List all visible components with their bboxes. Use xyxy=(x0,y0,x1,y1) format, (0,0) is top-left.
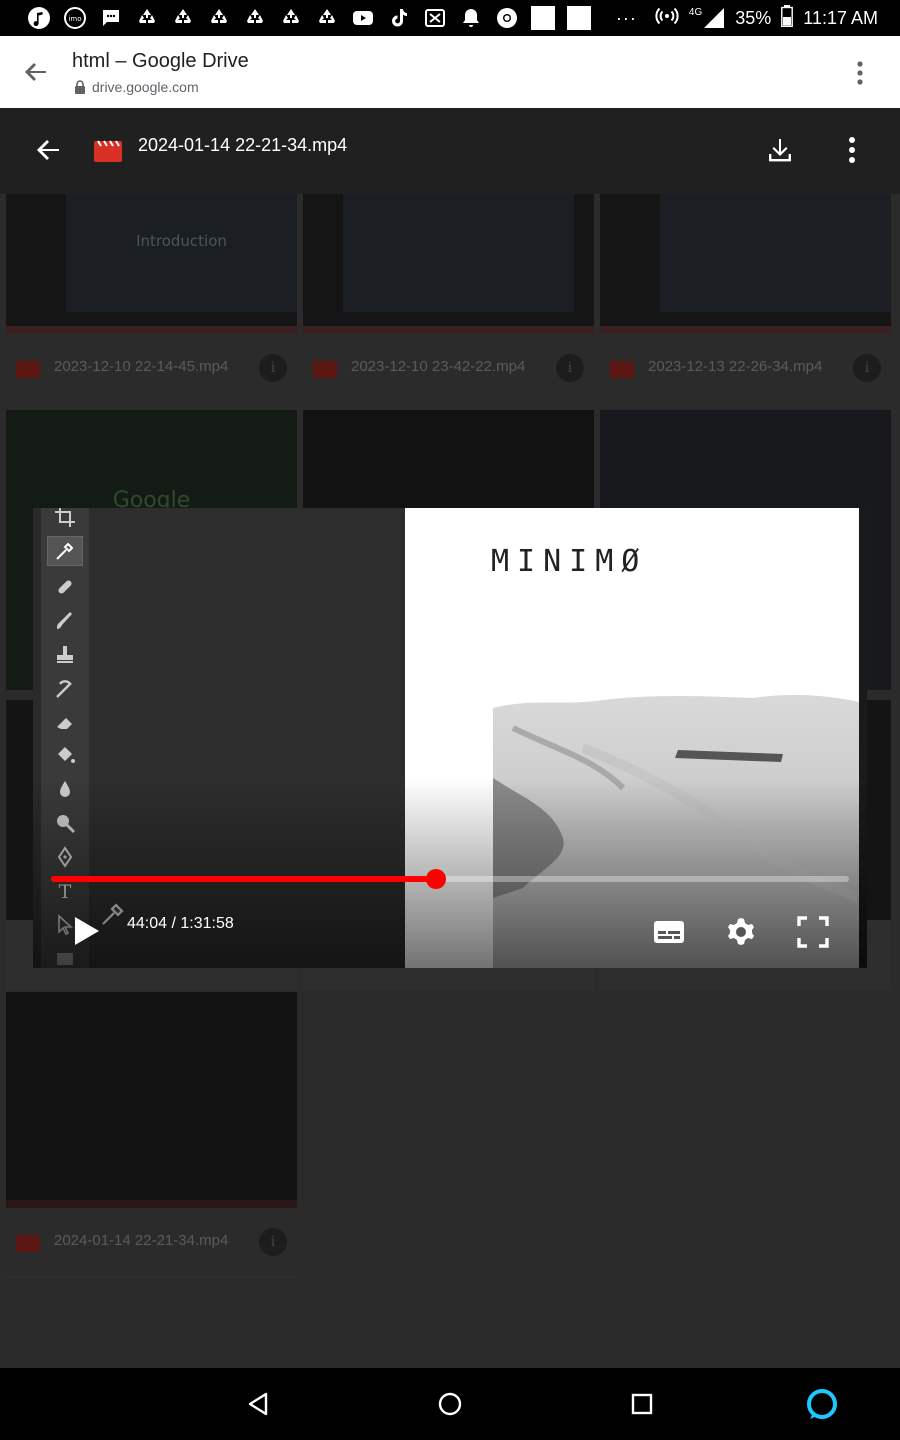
imo-icon: imo xyxy=(62,5,88,31)
white-square-icon xyxy=(566,5,592,31)
file-card[interactable]: 2023-12-13 22-26-34.mp4 i xyxy=(600,194,891,402)
video-file-icon xyxy=(16,359,40,378)
browser-menu-icon[interactable] xyxy=(848,58,872,88)
close-viewer-arrow-icon[interactable] xyxy=(32,134,64,166)
hotspot-icon xyxy=(655,4,679,33)
thumbnail-text: Introduction xyxy=(136,232,227,250)
page-title: html – Google Drive xyxy=(72,50,249,72)
youtube-icon xyxy=(350,5,376,31)
viewer-more-icon[interactable] xyxy=(840,134,864,166)
video-thumbnail xyxy=(6,992,297,1208)
recycle-icon xyxy=(170,5,196,31)
eyedropper-icon xyxy=(47,536,83,566)
info-icon[interactable]: i xyxy=(853,354,881,382)
more-notifications-indicator: ··· xyxy=(615,7,637,28)
info-icon[interactable]: i xyxy=(259,1228,287,1256)
recycle-icon xyxy=(134,5,160,31)
viewer-toolbar: 2024-01-14 22-21-34.mp4 xyxy=(0,108,900,194)
system-nav-bar xyxy=(0,1368,900,1440)
nav-back-icon[interactable] xyxy=(242,1388,274,1420)
network-type: 4G xyxy=(688,7,703,18)
healing-brush-icon xyxy=(47,572,83,602)
file-name: 2024-01-14 22-21-34.mp4 xyxy=(54,1232,229,1249)
seek-bar[interactable] xyxy=(51,869,849,889)
drive-viewer: 2024-01-14 22-21-34.mp4 Introduction 202… xyxy=(0,108,900,1368)
fullscreen-icon[interactable] xyxy=(793,912,833,952)
notification-icons: imo xyxy=(26,5,592,31)
playback-time: 44:04 / 1:31:58 xyxy=(127,915,234,932)
file-name: 2023-12-10 23-42-22.mp4 xyxy=(351,358,526,375)
white-square-icon xyxy=(530,5,556,31)
clock: 11:17 AM xyxy=(803,7,878,28)
back-arrow-icon[interactable] xyxy=(20,56,52,88)
recycle-icon xyxy=(242,5,268,31)
play-icon[interactable] xyxy=(71,914,101,948)
svg-text:imo: imo xyxy=(68,15,81,23)
info-icon[interactable]: i xyxy=(556,354,584,382)
info-icon[interactable]: i xyxy=(259,354,287,382)
lock-icon xyxy=(75,80,85,94)
paint-bucket-icon xyxy=(47,740,83,770)
video-thumbnail: Introduction xyxy=(6,194,297,334)
signal-icon: 4G xyxy=(689,7,725,29)
bell-icon xyxy=(458,5,484,31)
history-brush-icon xyxy=(47,674,83,704)
browser-header: html – Google Drive drive.google.com xyxy=(0,36,900,108)
download-icon[interactable] xyxy=(764,134,796,166)
tiktok-icon xyxy=(386,5,412,31)
viewer-file-name: 2024-01-14 22-21-34.mp4 xyxy=(138,135,348,155)
crop-icon xyxy=(47,508,83,532)
video-file-icon xyxy=(610,359,634,378)
url-display[interactable]: drive.google.com xyxy=(74,79,199,95)
video-thumbnail xyxy=(303,194,594,334)
brush-icon xyxy=(47,606,83,636)
message-icon xyxy=(98,5,124,31)
nav-home-icon[interactable] xyxy=(434,1388,466,1420)
file-name: 2023-12-10 22-14-45.mp4 xyxy=(54,358,229,375)
seek-bar-progress xyxy=(51,876,436,882)
file-name: 2023-12-13 22-26-34.mp4 xyxy=(648,358,823,375)
nav-recents-icon[interactable] xyxy=(626,1388,658,1420)
file-card[interactable]: Introduction 2023-12-10 22-14-45.mp4 i xyxy=(6,194,297,402)
battery-icon xyxy=(781,4,794,32)
video-thumbnail xyxy=(600,194,891,334)
video-overlay-text: MINIMØ xyxy=(491,544,648,579)
settings-gear-icon[interactable] xyxy=(721,912,761,952)
status-bar: imo ··· 4G 35% 11:17 AM xyxy=(0,0,900,36)
clone-stamp-icon xyxy=(47,640,83,670)
recycle-icon xyxy=(206,5,232,31)
music-icon xyxy=(26,5,52,31)
file-card[interactable]: 2023-12-10 23-42-22.mp4 i xyxy=(303,194,594,402)
battery-percent: 35% xyxy=(735,7,772,28)
video-file-icon xyxy=(313,359,337,378)
capcut-icon xyxy=(422,5,448,31)
url-text: drive.google.com xyxy=(92,79,199,95)
video-player[interactable]: T MINIMØ xyxy=(33,508,867,968)
chrome-icon xyxy=(494,5,520,31)
seek-bar-handle[interactable] xyxy=(425,869,446,889)
video-file-icon xyxy=(16,1233,40,1252)
video-file-icon xyxy=(94,138,122,162)
recycle-icon xyxy=(314,5,340,31)
captions-icon[interactable] xyxy=(649,912,689,952)
assistant-icon[interactable] xyxy=(804,1386,840,1422)
recycle-icon xyxy=(278,5,304,31)
eraser-icon xyxy=(47,708,83,738)
file-card[interactable]: 2024-01-14 22-21-34.mp4 i xyxy=(6,992,297,1278)
